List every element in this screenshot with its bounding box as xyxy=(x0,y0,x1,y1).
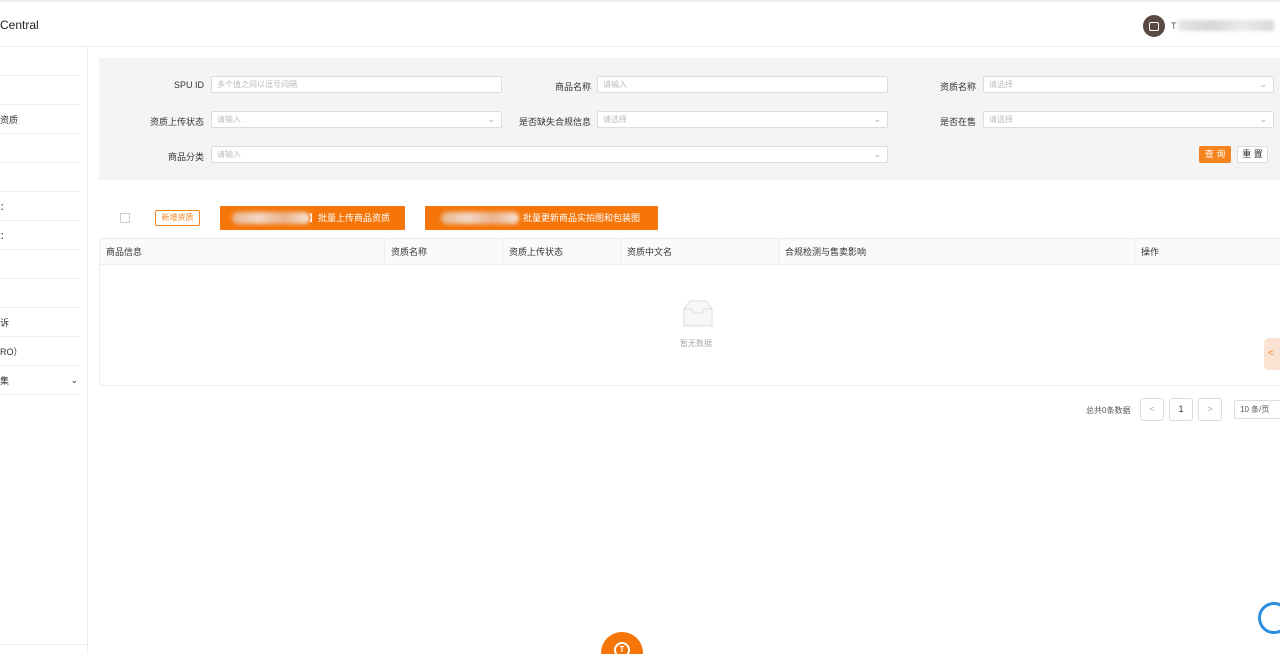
column-header-product-info: 商品信息 xyxy=(106,247,143,257)
spu-id-label: SPU ID xyxy=(173,80,204,90)
chevron-down-icon: ⌄ xyxy=(1259,79,1267,89)
redacted-text xyxy=(441,212,519,224)
empty-state-text: 暂无数据 xyxy=(680,339,712,348)
user-name[interactable]: T xyxy=(1171,21,1177,31)
on-sale-label: 是否在售 xyxy=(939,117,976,127)
empty-inbox-icon xyxy=(681,300,715,327)
pagination-total: 总共0条数据 xyxy=(1086,406,1131,415)
sidebar-item[interactable] xyxy=(0,47,80,76)
assistant-float-button[interactable]: T xyxy=(601,632,643,654)
assistant-icon: T xyxy=(614,642,630,654)
qualification-name-select[interactable]: 请选择 ⌄ xyxy=(983,76,1274,93)
brand-title: Central xyxy=(0,18,39,32)
bulk-upload-button[interactable]: 】批量上传商品资质 xyxy=(220,206,405,230)
sidebar-item-label: ： xyxy=(0,230,10,241)
bulk-upload-label: 】批量上传商品资质 xyxy=(309,213,391,223)
on-sale-select[interactable]: 请选择 ⌄ xyxy=(983,111,1274,128)
reset-button[interactable]: 重 置 xyxy=(1237,146,1268,163)
prev-page-button[interactable]: < xyxy=(1140,398,1164,421)
missing-compliance-select[interactable]: 请选择 ⌄ xyxy=(597,111,888,128)
store-icon xyxy=(1149,21,1159,31)
spu-id-input[interactable]: 多个值之间以逗号间隔 xyxy=(211,76,502,93)
on-sale-placeholder: 请选择 xyxy=(989,115,1013,124)
collapse-panel-tab[interactable]: < xyxy=(1264,338,1280,370)
top-bar: Central T xyxy=(0,0,1280,47)
sidebar-item[interactable] xyxy=(0,134,80,163)
upload-status-select[interactable]: 请输入 ⌄ xyxy=(211,111,502,128)
sidebar-item[interactable] xyxy=(0,279,80,308)
qualification-table: 商品信息 资质名称 资质上传状态 资质中文名 合规检测与售卖影响 操作 暂无数据 xyxy=(99,238,1280,386)
select-all-checkbox[interactable] xyxy=(120,213,130,223)
product-name-label: 商品名称 xyxy=(554,82,591,92)
column-header-compliance: 合规检测与售卖影响 xyxy=(778,239,1134,265)
user-name-redacted xyxy=(1178,20,1274,31)
sidebar-item[interactable] xyxy=(0,250,80,279)
bulk-update-label: 批量更新商品实拍图和包装图 xyxy=(523,213,641,223)
page-1-button[interactable]: 1 xyxy=(1169,398,1193,421)
next-page-button[interactable]: > xyxy=(1198,398,1222,421)
missing-compliance-placeholder: 请选择 xyxy=(603,115,627,124)
query-button[interactable]: 查 询 xyxy=(1199,146,1231,163)
missing-compliance-label: 是否缺失合规信息 xyxy=(518,117,591,127)
add-qualification-button[interactable]: 新增资质 xyxy=(155,210,200,226)
sidebar-item-complaint[interactable]: 诉 xyxy=(0,308,80,337)
sidebar-item-qualification[interactable]: 资质 xyxy=(0,105,80,134)
chevron-down-icon: ⌄ xyxy=(70,375,78,385)
sidebar-item-label: 诉 xyxy=(0,317,10,328)
category-label: 商品分类 xyxy=(167,152,204,162)
qualification-name-label: 资质名称 xyxy=(939,82,976,92)
upload-status-label: 资质上传状态 xyxy=(149,117,204,127)
category-select[interactable]: 请输入 ⌄ xyxy=(211,146,888,163)
bulk-update-photos-button[interactable]: 批量更新商品实拍图和包装图 xyxy=(425,206,658,230)
sidebar-item[interactable]: ： xyxy=(0,192,80,221)
table-header: 商品信息 资质名称 资质上传状态 资质中文名 合规检测与售卖影响 操作 xyxy=(100,239,1280,265)
help-float-button[interactable] xyxy=(1258,602,1280,634)
column-header-upload-status: 资质上传状态 xyxy=(502,239,620,265)
sidebar: 资质 ： ： 诉 RO） 集 ⌄ xyxy=(0,47,88,654)
redacted-text xyxy=(232,212,310,224)
sidebar-item-label: RO） xyxy=(0,346,23,357)
sidebar-item-collection[interactable]: 集 ⌄ xyxy=(0,366,80,395)
spu-id-placeholder: 多个值之间以逗号间隔 xyxy=(217,80,297,89)
chevron-down-icon: ⌄ xyxy=(873,149,881,159)
sidebar-item-label: ： xyxy=(0,201,10,212)
column-header-actions: 操作 xyxy=(1134,239,1280,265)
sidebar-divider xyxy=(0,644,87,645)
sidebar-item[interactable]: ： xyxy=(0,221,80,250)
column-header-chinese-name: 资质中文名 xyxy=(620,239,778,265)
avatar[interactable] xyxy=(1143,15,1165,37)
column-header-qualification-name: 资质名称 xyxy=(384,239,502,265)
sidebar-item-ro[interactable]: RO） xyxy=(0,337,80,366)
product-name-placeholder: 请输入 xyxy=(603,80,627,89)
upload-status-placeholder: 请输入 xyxy=(217,115,241,124)
product-name-input[interactable]: 请输入 xyxy=(597,76,888,93)
sidebar-item[interactable] xyxy=(0,76,80,105)
page-size-select[interactable]: 10 条/页 xyxy=(1234,400,1280,419)
sidebar-item[interactable] xyxy=(0,163,80,192)
sidebar-item-label: 资质 xyxy=(0,114,19,125)
qualification-name-placeholder: 请选择 xyxy=(989,80,1013,89)
chevron-down-icon: ⌄ xyxy=(1259,114,1267,124)
category-placeholder: 请输入 xyxy=(217,150,241,159)
sidebar-item-label: 集 xyxy=(0,375,10,386)
